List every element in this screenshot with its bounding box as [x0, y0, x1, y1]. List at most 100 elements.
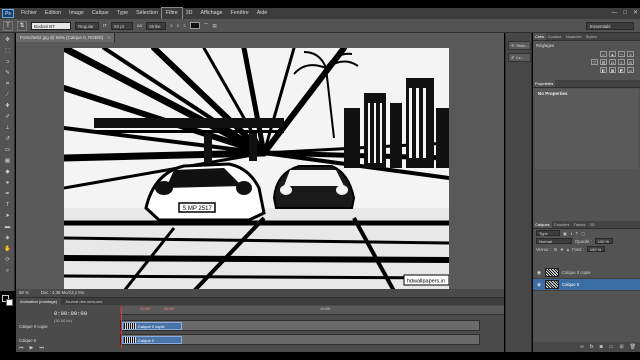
menu-3d[interactable]: 3D: [182, 8, 197, 19]
vibrance-icon[interactable]: ▽: [591, 59, 598, 65]
background-color-swatch[interactable]: [6, 299, 13, 306]
eraser-tool-icon[interactable]: ▭: [3, 147, 12, 154]
healing-brush-tool-icon[interactable]: ✚: [3, 103, 12, 110]
close-icon[interactable]: ✕: [633, 8, 638, 19]
tab-styles[interactable]: Styles: [584, 33, 599, 40]
blend-mode-select[interactable]: Normal: [536, 238, 572, 244]
delete-layer-icon[interactable]: 🗑︎: [630, 342, 636, 352]
maximize-icon[interactable]: □: [623, 8, 627, 19]
exposure-icon[interactable]: ±: [627, 51, 634, 57]
tab-animation[interactable]: Animation (montage): [16, 298, 62, 305]
rotate-view-tool-icon[interactable]: ⟳: [3, 257, 12, 264]
lock-pixels-icon[interactable]: ⊞: [554, 247, 558, 252]
type-tool-icon[interactable]: T: [3, 202, 12, 209]
track-name[interactable]: Calque 0: [19, 338, 36, 343]
tab-couleur[interactable]: Couleur: [546, 33, 564, 40]
photo-filter-icon[interactable]: ◎: [627, 59, 634, 65]
posterize-icon[interactable]: ▦: [609, 67, 616, 73]
document-tab[interactable]: Porsche02.jpg @ 58% (Calque 0, RGB/8) ×: [16, 33, 116, 42]
tab-nuancier[interactable]: Nuancier: [564, 33, 584, 40]
timeline-clip[interactable]: Calque 0 copie: [122, 322, 182, 330]
character-panel-icon[interactable]: ▤: [212, 23, 216, 29]
tab-3d[interactable]: 3D: [588, 221, 597, 228]
new-layer-icon[interactable]: ⊞: [619, 342, 623, 352]
layer-style-icon[interactable]: fx: [590, 342, 594, 352]
menu-fenetre[interactable]: Fenêtre: [226, 8, 252, 19]
history-panel-button[interactable]: ⟲ Histo...: [508, 41, 531, 50]
track-name[interactable]: Calque 0 copie: [19, 324, 48, 329]
font-family-select[interactable]: Bodoni BT: [31, 21, 71, 30]
filter-pixel-icon[interactable]: ▣: [563, 231, 567, 236]
layer-row[interactable]: ◉ Calque 0: [533, 279, 640, 291]
menu-affichage[interactable]: Affichage: [196, 8, 226, 19]
filter-shape-icon[interactable]: ▢: [581, 231, 585, 236]
quick-select-tool-icon[interactable]: ✎: [3, 70, 12, 77]
opacity-field[interactable]: 100 %: [594, 238, 613, 244]
gradient-tool-icon[interactable]: ▦: [3, 158, 12, 165]
menu-fichier[interactable]: Fichier: [17, 8, 41, 19]
align-center-icon[interactable]: ≡: [177, 23, 180, 28]
align-left-icon[interactable]: ≡: [170, 23, 173, 28]
zoom-level[interactable]: 58 %: [19, 289, 29, 297]
tab-measurement-log[interactable]: Journal des mesures: [61, 298, 106, 305]
curves-icon[interactable]: ∽: [618, 51, 625, 57]
lock-position-icon[interactable]: ✥: [560, 247, 564, 252]
menu-calque[interactable]: Calque: [88, 8, 113, 19]
layer-row[interactable]: ◉ Calque 0 copie: [533, 267, 640, 279]
threshold-icon[interactable]: ◩: [618, 67, 625, 73]
minimize-icon[interactable]: —: [611, 8, 617, 19]
lasso-tool-icon[interactable]: ↄ: [3, 59, 12, 66]
last-frame-icon[interactable]: ⏭: [39, 345, 44, 351]
warp-text-icon[interactable]: ⌒: [204, 23, 209, 29]
clone-stamp-tool-icon[interactable]: ⊥: [3, 125, 12, 132]
tab-couches[interactable]: Couches: [552, 221, 572, 228]
shape-tool-icon[interactable]: ▬: [3, 224, 12, 231]
path-select-tool-icon[interactable]: ➤: [3, 213, 12, 220]
marquee-tool-icon[interactable]: ⬚: [3, 48, 12, 55]
menu-image[interactable]: Image: [65, 8, 88, 19]
brush-tool-icon[interactable]: ✐: [3, 114, 12, 121]
font-size-select[interactable]: 50 pt: [111, 21, 133, 30]
menu-selection[interactable]: Sélection: [132, 8, 162, 19]
tab-traces[interactable]: Tracés: [571, 221, 587, 228]
tab-properties[interactable]: Propriétés: [533, 80, 556, 87]
workspace-switcher[interactable]: Essentials: [586, 22, 634, 30]
font-style-select[interactable]: Regular: [75, 21, 99, 30]
hand-tool-icon[interactable]: ✋: [3, 246, 12, 253]
invert-icon[interactable]: ◧: [600, 67, 607, 73]
text-orientation-icon[interactable]: ⇅: [17, 20, 27, 31]
layer-kind-filter[interactable]: Type: [536, 230, 560, 236]
tab-calques[interactable]: Calques: [533, 221, 552, 228]
add-mask-icon[interactable]: ◙: [600, 342, 603, 352]
playhead[interactable]: [121, 306, 122, 348]
menu-filtre[interactable]: Filtre: [160, 7, 183, 20]
brightness-icon[interactable]: ☼: [600, 51, 607, 57]
gradient-map-icon[interactable]: ▭: [627, 67, 634, 73]
history-brush-tool-icon[interactable]: ↺: [3, 136, 12, 143]
pen-tool-icon[interactable]: ✒: [3, 191, 12, 198]
blur-tool-icon[interactable]: ◆: [3, 169, 12, 176]
dodge-tool-icon[interactable]: ●: [3, 180, 12, 187]
image-canvas[interactable]: S MP 2517 hdwallpapers.in: [64, 48, 449, 291]
type-tool-icon[interactable]: T: [3, 20, 13, 31]
move-tool-icon[interactable]: ✥: [3, 37, 12, 44]
levels-icon[interactable]: ▲: [609, 51, 616, 57]
color-balance-icon[interactable]: ⚖: [609, 59, 616, 65]
zoom-tool-icon[interactable]: ⌕: [3, 268, 12, 275]
timeline-ruler[interactable]: 01:00f 05:00f 10:00f: [120, 306, 504, 315]
first-frame-icon[interactable]: ⏮: [19, 345, 24, 351]
filter-adjust-icon[interactable]: ◑: [570, 231, 573, 236]
eyedropper-tool-icon[interactable]: ⁄: [3, 92, 12, 99]
text-color-swatch[interactable]: [189, 22, 200, 29]
new-group-icon[interactable]: ▭: [609, 342, 614, 352]
lock-all-icon[interactable]: 🔒︎: [567, 247, 569, 252]
3d-tool-icon[interactable]: ◈: [3, 235, 12, 242]
antialias-select[interactable]: Strike: [146, 21, 167, 30]
tab-crea[interactable]: Créa: [533, 33, 546, 40]
bw-icon[interactable]: ◐: [618, 59, 625, 65]
close-document-icon[interactable]: ×: [107, 35, 110, 40]
fill-field[interactable]: 100 %: [586, 246, 605, 252]
crop-tool-icon[interactable]: ⌗: [3, 81, 12, 88]
visibility-eye-icon[interactable]: ◉: [536, 270, 542, 276]
timeline-clip[interactable]: Calque 0: [122, 336, 182, 344]
